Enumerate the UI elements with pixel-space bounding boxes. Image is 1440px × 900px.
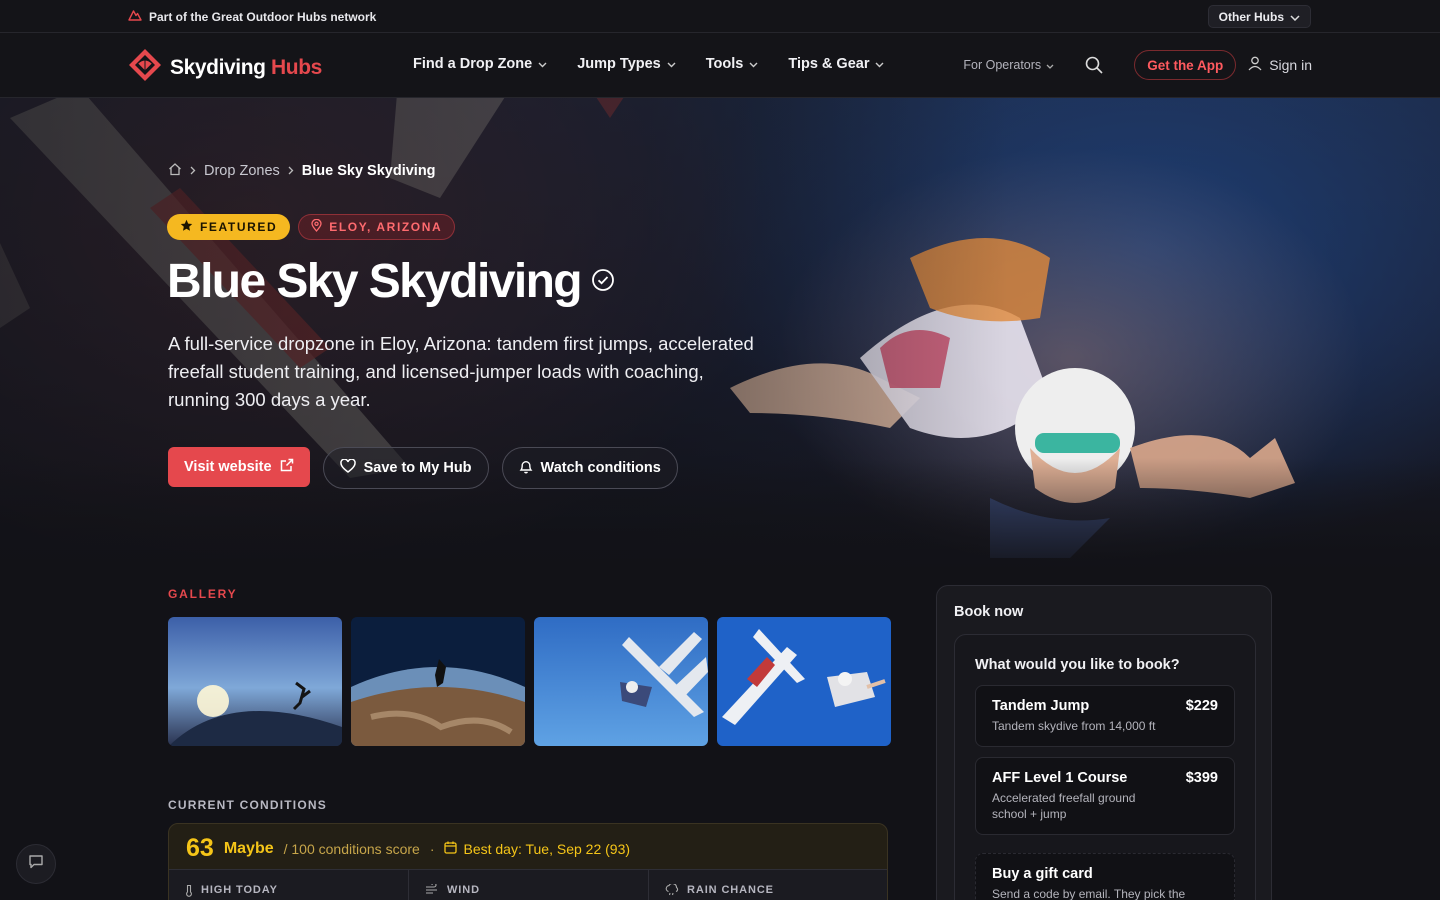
thermometer-icon xyxy=(185,884,193,900)
page-title: Blue Sky Skydiving xyxy=(167,255,583,308)
brand-logo[interactable]: Skydiving Hubs xyxy=(128,48,322,87)
user-icon xyxy=(1248,56,1262,74)
featured-badge: FEATURED xyxy=(167,214,291,240)
breadcrumb-drop-zones[interactable]: Drop Zones xyxy=(204,163,280,179)
chat-icon xyxy=(28,854,44,874)
chat-button[interactable] xyxy=(16,844,56,884)
sign-in-link[interactable]: Sign in xyxy=(1248,56,1312,74)
booking-panel: Book now What would you like to book? Ta… xyxy=(936,585,1272,900)
conditions-summary: 63 Maybe / 100 conditions score · Best d… xyxy=(186,834,630,863)
conditions-verdict: Maybe xyxy=(223,839,274,857)
search-icon[interactable] xyxy=(1084,55,1104,75)
option-description: Send a code by email. They pick the xyxy=(992,887,1186,900)
brand-name: Skydiving Hubs xyxy=(170,55,322,79)
hero-section: Drop Zones Blue Sky Skydiving FEATURED E… xyxy=(0,98,1440,578)
booking-option-tandem[interactable]: Tandem Jump $229 Tandem skydive from 14,0… xyxy=(975,685,1235,747)
other-hubs-dropdown[interactable]: Other Hubs xyxy=(1207,5,1311,28)
conditions-stats: HIGH TODAY WIND RAIN CHANCE xyxy=(169,869,887,900)
stat-high-today: HIGH TODAY xyxy=(169,870,409,900)
booking-heading: Book now xyxy=(954,604,1024,620)
conditions-score: 63 xyxy=(186,834,214,862)
page-title-row: Blue Sky Skydiving xyxy=(167,252,615,312)
for-operators-dropdown[interactable]: For Operators xyxy=(963,58,1054,72)
booking-option-aff[interactable]: AFF Level 1 Course $399 Accelerated freef… xyxy=(975,757,1235,835)
home-icon[interactable] xyxy=(168,162,182,180)
cloud-rain-icon xyxy=(665,882,679,899)
star-icon xyxy=(180,219,193,235)
conditions-heading: CURRENT CONDITIONS xyxy=(168,798,327,812)
separator-dot: · xyxy=(429,840,435,857)
option-name: AFF Level 1 Course xyxy=(992,770,1128,786)
option-name: Buy a gift card xyxy=(992,866,1093,882)
score-suffix: / 100 conditions score xyxy=(283,840,420,857)
chevron-right-icon xyxy=(190,163,196,179)
external-link-icon xyxy=(280,458,294,476)
mountain-icon xyxy=(128,9,142,24)
breadcrumb-current: Blue Sky Skydiving xyxy=(301,163,436,179)
chevron-down-icon xyxy=(667,56,676,72)
booking-question: What would you like to book? xyxy=(975,657,1180,673)
heart-icon xyxy=(339,458,356,477)
nav-tips-gear[interactable]: Tips & Gear xyxy=(788,56,884,72)
option-price: $229 xyxy=(1185,698,1218,714)
map-pin-icon xyxy=(311,218,322,235)
conditions-card: 63 Maybe / 100 conditions score · Best d… xyxy=(168,823,888,900)
save-to-hub-button[interactable]: Save to My Hub xyxy=(322,447,489,489)
nav-jump-types[interactable]: Jump Types xyxy=(577,56,676,72)
best-day: Best day: Tue, Sep 22 (93) xyxy=(444,841,630,857)
breadcrumb: Drop Zones Blue Sky Skydiving xyxy=(168,162,436,180)
visit-website-button[interactable]: Visit website xyxy=(168,447,310,487)
logo-icon xyxy=(128,48,162,87)
gallery-photo[interactable] xyxy=(168,617,342,746)
nav-find-drop-zone[interactable]: Find a Drop Zone xyxy=(413,56,547,72)
verified-icon xyxy=(591,268,615,297)
network-text: Part of the Great Outdoor Hubs network xyxy=(149,9,377,24)
chevron-right-icon xyxy=(288,163,294,179)
watch-conditions-button[interactable]: Watch conditions xyxy=(501,447,678,489)
gallery-photo[interactable] xyxy=(717,617,891,746)
calendar-icon xyxy=(444,841,458,857)
chevron-down-icon xyxy=(875,56,884,72)
hero-badges: FEATURED ELOY, ARIZONA xyxy=(167,214,456,240)
option-name: Tandem Jump xyxy=(992,698,1090,714)
other-hubs-label: Other Hubs xyxy=(1218,9,1284,24)
hero-actions: Visit website Save to My Hub Watch condi… xyxy=(168,447,678,489)
gallery-photo[interactable] xyxy=(351,617,525,746)
nav-links: Find a Drop Zone Jump Types Tools Tips &… xyxy=(413,56,884,72)
main-nav: Skydiving Hubs Find a Drop Zone Jump Typ… xyxy=(0,33,1440,98)
location-badge: ELOY, ARIZONA xyxy=(298,214,456,240)
option-description: Accelerated freefall ground school + jum… xyxy=(992,791,1136,821)
hero-description: A full-service dropzone in Eloy, Arizona… xyxy=(168,333,754,410)
booking-option-gift-card[interactable]: Buy a gift card Send a code by email. Th… xyxy=(975,853,1235,900)
bell-icon xyxy=(519,459,533,478)
stat-rain-chance: RAIN CHANCE xyxy=(649,870,887,900)
chevron-down-icon xyxy=(749,56,758,72)
option-description: Tandem skydive from 14,000 ft xyxy=(992,719,1156,733)
stat-wind: WIND xyxy=(409,870,649,900)
chevron-down-icon xyxy=(1290,10,1300,24)
wind-icon xyxy=(425,882,439,898)
get-the-app-button[interactable]: Get the App xyxy=(1134,50,1237,80)
network-bar: Part of the Great Outdoor Hubs network O… xyxy=(0,0,1440,33)
chevron-down-icon xyxy=(1046,58,1054,72)
nav-actions: For Operators Get the App Sign in xyxy=(963,50,1312,80)
gallery-heading: GALLERY xyxy=(168,587,238,601)
nav-tools[interactable]: Tools xyxy=(706,56,759,72)
chevron-down-icon xyxy=(538,56,547,72)
booking-options: What would you like to book? Tandem Jump… xyxy=(954,634,1256,900)
network-notice[interactable]: Part of the Great Outdoor Hubs network xyxy=(128,9,376,24)
gallery-photo[interactable] xyxy=(534,617,708,746)
photo-gallery xyxy=(168,617,891,746)
option-price: $399 xyxy=(1185,770,1218,786)
